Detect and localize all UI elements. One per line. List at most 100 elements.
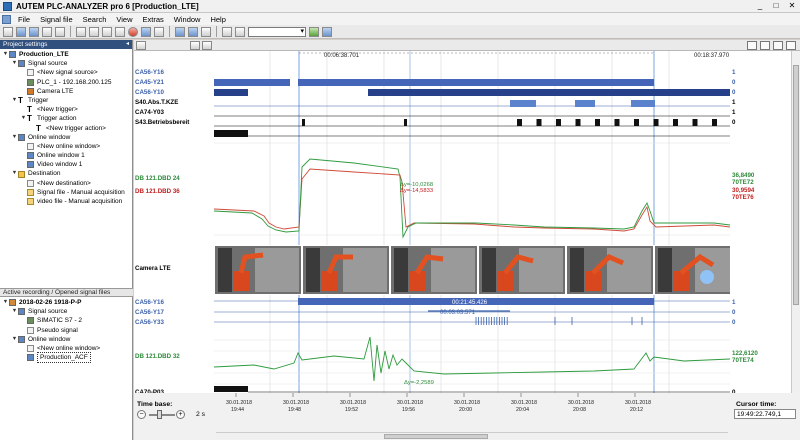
analog-label[interactable]: DB 121.DBD 24 — [135, 175, 180, 182]
record-icon[interactable] — [128, 26, 138, 37]
tree-node[interactable]: Production_ACF — [0, 352, 133, 364]
expander-icon[interactable]: ▼ — [11, 59, 18, 68]
tree-node[interactable]: ▼ Online window — [0, 335, 133, 344]
search-combo[interactable] — [248, 26, 306, 37]
pin-icon[interactable]: ◂ — [126, 40, 129, 49]
zoom-icon[interactable] — [154, 26, 164, 37]
signal-label[interactable]: CA56-Y16 — [135, 69, 164, 76]
minimize-button[interactable]: _ — [754, 1, 766, 11]
tree-node[interactable]: video file - Manual acquisition — [0, 197, 132, 206]
open-file-icon[interactable] — [16, 26, 26, 37]
menu-window[interactable]: Window — [169, 15, 206, 24]
tree-node[interactable]: ▼ Production_LTE — [0, 50, 132, 59]
signal-label[interactable]: CA56-Y33 — [135, 319, 164, 326]
save-view-icon[interactable] — [202, 41, 212, 50]
signal-label[interactable]: S43.Betriebsbereit — [135, 119, 189, 126]
close-button[interactable]: ✕ — [786, 1, 798, 11]
layout-grid-icon[interactable] — [747, 41, 757, 50]
settings-icon[interactable] — [235, 26, 245, 37]
slider-track[interactable] — [149, 414, 175, 416]
new-file-icon[interactable] — [3, 26, 13, 37]
split-view-icon[interactable] — [188, 26, 198, 37]
pulse — [653, 119, 659, 126]
window-layout-icon[interactable] — [175, 26, 185, 37]
cursor-time-field[interactable]: 19:49:22.749,1 — [734, 409, 796, 419]
tree-node[interactable]: <New destination> — [0, 179, 132, 188]
refresh-icon[interactable] — [786, 41, 796, 50]
copy-icon[interactable] — [42, 26, 52, 37]
signal-label[interactable]: CA56-Y17 — [135, 309, 164, 316]
expander-icon[interactable]: ▼ — [2, 50, 9, 59]
undo-icon[interactable] — [89, 26, 99, 37]
tree-node[interactable]: Camera LTE — [0, 87, 132, 96]
vertical-scrollbar[interactable] — [791, 51, 800, 423]
expander-icon[interactable]: ▼ — [11, 335, 18, 344]
menu-view[interactable]: View — [111, 15, 137, 24]
pulse — [404, 119, 407, 126]
scroll-thumb[interactable] — [793, 65, 799, 305]
help-icon[interactable] — [322, 26, 332, 37]
print-icon[interactable] — [222, 26, 232, 37]
paste-icon[interactable] — [55, 26, 65, 37]
analog-label[interactable]: DB 121.DBD 36 — [135, 188, 180, 195]
add-signal-icon[interactable] — [136, 41, 146, 50]
expander-icon[interactable]: ▼ — [20, 114, 27, 123]
tree-node[interactable]: T <New trigger action> — [0, 124, 132, 133]
expander-icon[interactable]: ▼ — [11, 96, 18, 105]
camera-label[interactable]: Camera LTE — [135, 265, 171, 272]
go-icon[interactable] — [309, 26, 319, 37]
tree-node[interactable]: <New online window> — [0, 142, 132, 151]
axis-time-label: 20:12 — [630, 407, 643, 413]
signal-label[interactable]: CA45-Y21 — [135, 79, 164, 86]
menu-search[interactable]: Search — [78, 15, 112, 24]
maximize-button[interactable]: □ — [770, 1, 782, 11]
cut-icon[interactable] — [76, 26, 86, 37]
tree-node[interactable]: ▼ Signal source — [0, 59, 132, 68]
signal-plot[interactable]: 00:06:38.701 00:18:37.970 Δy=-10,0268 Δy… — [214, 51, 730, 393]
redo-icon[interactable] — [102, 26, 112, 37]
tree-node[interactable]: ▼ T Trigger action — [0, 114, 132, 123]
layout-bars-icon[interactable] — [760, 41, 770, 50]
tree-node[interactable]: Pseudo signal — [0, 326, 133, 335]
zoom-in-icon[interactable]: + — [176, 410, 185, 419]
signal-label[interactable]: CA74-Y03 — [135, 109, 164, 116]
tree-node[interactable]: ▼ Online window — [0, 133, 132, 142]
tree-node[interactable]: ▼ 2018-02-26 1918-P-P — [0, 298, 133, 307]
tree-node[interactable]: ▼ Signal source — [0, 307, 133, 316]
document-menu-icon[interactable] — [2, 14, 11, 24]
signal-label[interactable]: CA56-Y10 — [135, 89, 164, 96]
expander-icon[interactable]: ▼ — [11, 169, 18, 178]
layout-table-icon[interactable] — [773, 41, 783, 50]
save-icon[interactable] — [29, 26, 39, 37]
tree-node[interactable]: <New signal source> — [0, 68, 132, 77]
menu-file[interactable]: File — [13, 15, 35, 24]
slider-knob[interactable] — [157, 410, 162, 419]
horizontal-scrollbar[interactable] — [216, 432, 728, 439]
expander-icon[interactable]: ▼ — [2, 298, 9, 307]
trigger-icon[interactable] — [190, 41, 200, 50]
expander-icon[interactable]: ▼ — [11, 133, 18, 142]
stop-icon[interactable] — [141, 26, 151, 37]
tree-node[interactable]: Online window 1 — [0, 151, 132, 160]
export-icon[interactable] — [115, 26, 125, 37]
menu-help[interactable]: Help — [205, 15, 230, 24]
robot-base — [497, 271, 513, 291]
grid-icon[interactable] — [201, 26, 211, 37]
tree-node[interactable]: T <New trigger> — [0, 105, 132, 114]
menu-extras[interactable]: Extras — [138, 15, 169, 24]
analog-label[interactable]: DB 121.DBD 32 — [135, 353, 180, 360]
tree-node[interactable]: Signal file - Manual acquisition — [0, 188, 132, 197]
tree-node[interactable]: SIMATIC S7 - 2 — [0, 316, 133, 325]
expander-icon[interactable]: ▼ — [11, 307, 18, 316]
camera-strip[interactable] — [214, 245, 730, 295]
scroll-thumb[interactable] — [384, 434, 488, 439]
tree-node[interactable]: Video window 1 — [0, 160, 132, 169]
menu-signal-file[interactable]: Signal file — [35, 15, 78, 24]
tree-node[interactable]: PLC_1 - 192.168.200.125 — [0, 78, 132, 87]
tree-node[interactable]: ▼ T Trigger — [0, 96, 132, 105]
time-marker-label: 00:18:37.970 — [694, 53, 730, 59]
signal-label[interactable]: S40.Abs.T.KZE — [135, 99, 178, 106]
tree-node[interactable]: ▼ Destination — [0, 169, 132, 178]
signal-label[interactable]: CA56-Y16 — [135, 299, 164, 306]
zoom-out-icon[interactable]: − — [137, 410, 146, 419]
